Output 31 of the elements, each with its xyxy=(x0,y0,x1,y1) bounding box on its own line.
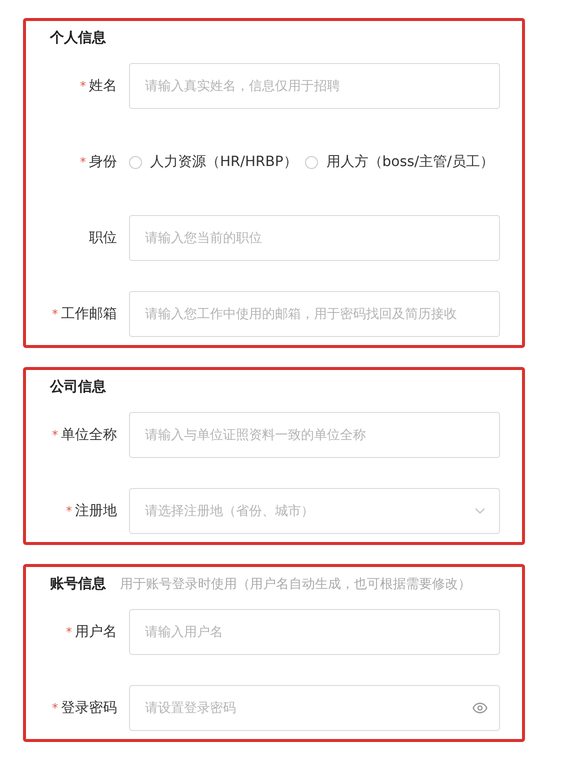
input-field[interactable]: 请输入您当前的职位 xyxy=(129,215,500,261)
radio-icon[interactable] xyxy=(305,156,318,168)
field-label: 工作邮箱 xyxy=(61,305,117,323)
section-title: 账号信息 xyxy=(50,575,106,593)
section-title: 个人信息 xyxy=(50,29,106,47)
field-label: 姓名 xyxy=(89,77,117,95)
radio-option[interactable]: 人力资源（HR/HRBP） xyxy=(129,153,298,171)
radio-option[interactable]: 用人方（boss/主管/员工） xyxy=(305,153,494,171)
required-mark: * xyxy=(80,155,86,169)
field-label: 职位 xyxy=(89,229,117,247)
field-label: 注册地 xyxy=(75,502,117,520)
section-hint: 用于账号登录时使用（用户名自动生成，也可根据需要修改） xyxy=(120,576,471,593)
input-field[interactable]: 请输入与单位证照资料一致的单位全称 xyxy=(129,412,500,458)
section-title: 公司信息 xyxy=(50,378,106,396)
field-label: 单位全称 xyxy=(61,426,117,444)
field-label: 身份 xyxy=(89,153,117,171)
eye-icon[interactable] xyxy=(472,700,488,716)
required-mark: * xyxy=(66,504,72,518)
required-mark: * xyxy=(52,701,58,715)
input-field[interactable]: 请输入您工作中使用的邮箱，用于密码找回及简历接收 xyxy=(129,291,500,337)
required-mark: * xyxy=(52,428,58,442)
field-label: 登录密码 xyxy=(61,699,117,717)
required-mark: * xyxy=(80,79,86,93)
radio-icon[interactable] xyxy=(129,156,142,168)
input-field[interactable]: 请输入真实姓名，信息仅用于招聘 xyxy=(129,63,500,109)
password-field[interactable]: 请设置登录密码 xyxy=(129,685,500,731)
required-mark: * xyxy=(66,625,72,639)
required-mark: * xyxy=(52,307,58,321)
field-label: 用户名 xyxy=(75,623,117,641)
input-field[interactable]: 请输入用户名 xyxy=(129,609,500,655)
select-field[interactable]: 请选择注册地（省份、城市） xyxy=(129,488,500,534)
